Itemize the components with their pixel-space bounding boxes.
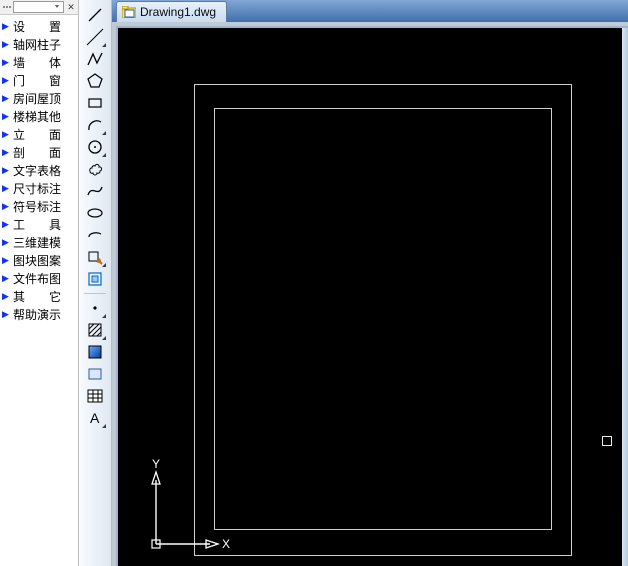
spline-tool[interactable] [83,180,107,202]
menu-item-door-window[interactable]: ▶门 窗 [0,71,78,89]
toolbar-separator [84,293,106,294]
menu-item-label: 尺寸标注 [13,180,61,197]
menu-item-tools[interactable]: ▶工 具 [0,215,78,233]
chevron-right-icon: ▶ [2,57,12,68]
point-tool[interactable] [83,297,107,319]
cursor-pickbox [602,436,612,446]
gradient-tool[interactable] [83,341,107,363]
chevron-right-icon: ▶ [2,75,12,86]
grip-dots[interactable] [3,6,11,8]
menu-item-elevation[interactable]: ▶立 面 [0,125,78,143]
chevron-right-icon: ▶ [2,219,12,230]
menu-item-3d-model[interactable]: ▶三维建模 [0,233,78,251]
drawing-area-wrap: Drawing1.dwg Y X [112,0,628,566]
menu-item-grid-column[interactable]: ▶轴网柱子 [0,35,78,53]
menu-list: ▶设 置 ▶轴网柱子 ▶墙 体 ▶门 窗 ▶房间屋顶 ▶楼梯其他 ▶立 面 ▶剖… [0,15,78,566]
chevron-right-icon: ▶ [2,309,12,320]
ucs-x-label: X [222,537,230,551]
circle-tool[interactable] [83,136,107,158]
document-tab-label: Drawing1.dwg [140,5,216,19]
menu-item-label: 墙 体 [13,54,61,71]
vertical-scrollbar[interactable] [622,28,628,566]
chevron-right-icon: ▶ [2,201,12,212]
chevron-right-icon: ▶ [2,237,12,248]
menu-item-label: 楼梯其他 [13,108,61,125]
paper-border-inner [214,108,552,530]
menu-item-label: 剖 面 [13,144,61,161]
panel-dropdown[interactable] [13,1,64,13]
canvas[interactable]: Y X [116,26,628,566]
menu-item-label: 门 窗 [13,72,61,89]
chevron-right-icon: ▶ [2,291,12,302]
chevron-right-icon: ▶ [2,39,12,50]
make-block-tool[interactable] [83,268,107,290]
dwg-file-icon [122,6,136,18]
construction-line-tool[interactable] [83,26,107,48]
menu-item-help-demo[interactable]: ▶帮助演示 [0,305,78,323]
document-tab[interactable]: Drawing1.dwg [116,1,227,22]
line-tool[interactable] [83,4,107,26]
chevron-right-icon: ▶ [2,273,12,284]
menu-item-section[interactable]: ▶剖 面 [0,143,78,161]
menu-item-label: 立 面 [13,126,61,143]
chevron-right-icon: ▶ [2,255,12,266]
hatch-tool[interactable] [83,319,107,341]
menu-item-label: 设 置 [13,18,61,35]
menu-item-label: 其 它 [13,288,61,305]
menu-item-file-layout[interactable]: ▶文件布图 [0,269,78,287]
menu-item-label: 房间屋顶 [13,90,61,107]
polygon-tool[interactable] [83,70,107,92]
menu-item-label: 文字表格 [13,162,61,179]
menu-item-wall[interactable]: ▶墙 体 [0,53,78,71]
menu-item-settings[interactable]: ▶设 置 [0,17,78,35]
menu-item-dimension[interactable]: ▶尺寸标注 [0,179,78,197]
table-tool[interactable] [83,385,107,407]
polyline-tool[interactable] [83,48,107,70]
app-root: ✕ ▶设 置 ▶轴网柱子 ▶墙 体 ▶门 窗 ▶房间屋顶 ▶楼梯其他 ▶立 面 … [0,0,628,566]
menu-item-label: 轴网柱子 [13,36,61,53]
arc-tool[interactable] [83,114,107,136]
chevron-right-icon: ▶ [2,111,12,122]
menu-item-label: 符号标注 [13,198,61,215]
menu-item-label: 文件布图 [13,270,61,287]
ucs-y-label: Y [152,457,160,471]
menu-item-block-pattern[interactable]: ▶图块图案 [0,251,78,269]
ellipse-arc-tool[interactable] [83,224,107,246]
menu-item-text-table[interactable]: ▶文字表格 [0,161,78,179]
menu-item-label: 工 具 [13,216,61,233]
ucs-icon: Y X [136,458,226,554]
menu-item-label: 图块图案 [13,252,61,269]
menu-item-label: 三维建模 [13,234,61,251]
side-panel: ✕ ▶设 置 ▶轴网柱子 ▶墙 体 ▶门 窗 ▶房间屋顶 ▶楼梯其他 ▶立 面 … [0,0,79,566]
rectangle-tool[interactable] [83,92,107,114]
revision-cloud-tool[interactable] [83,158,107,180]
menu-item-room-roof[interactable]: ▶房间屋顶 [0,89,78,107]
ellipse-tool[interactable] [83,202,107,224]
menu-item-stair-other[interactable]: ▶楼梯其他 [0,107,78,125]
chevron-right-icon: ▶ [2,21,12,32]
region-tool[interactable] [83,363,107,385]
mtext-tool[interactable]: A [83,407,107,429]
chevron-right-icon: ▶ [2,165,12,176]
menu-item-other[interactable]: ▶其 它 [0,287,78,305]
chevron-right-icon: ▶ [2,129,12,140]
side-panel-header: ✕ [0,0,78,15]
menu-item-label: 帮助演示 [13,306,61,323]
chevron-right-icon: ▶ [2,147,12,158]
panel-close-button[interactable]: ✕ [66,2,76,12]
chevron-right-icon: ▶ [2,93,12,104]
document-tabbar: Drawing1.dwg [112,0,628,22]
draw-toolbar: A [79,0,112,566]
insert-block-tool[interactable] [83,246,107,268]
menu-item-symbol[interactable]: ▶符号标注 [0,197,78,215]
chevron-right-icon: ▶ [2,183,12,194]
svg-text:A: A [90,410,100,426]
